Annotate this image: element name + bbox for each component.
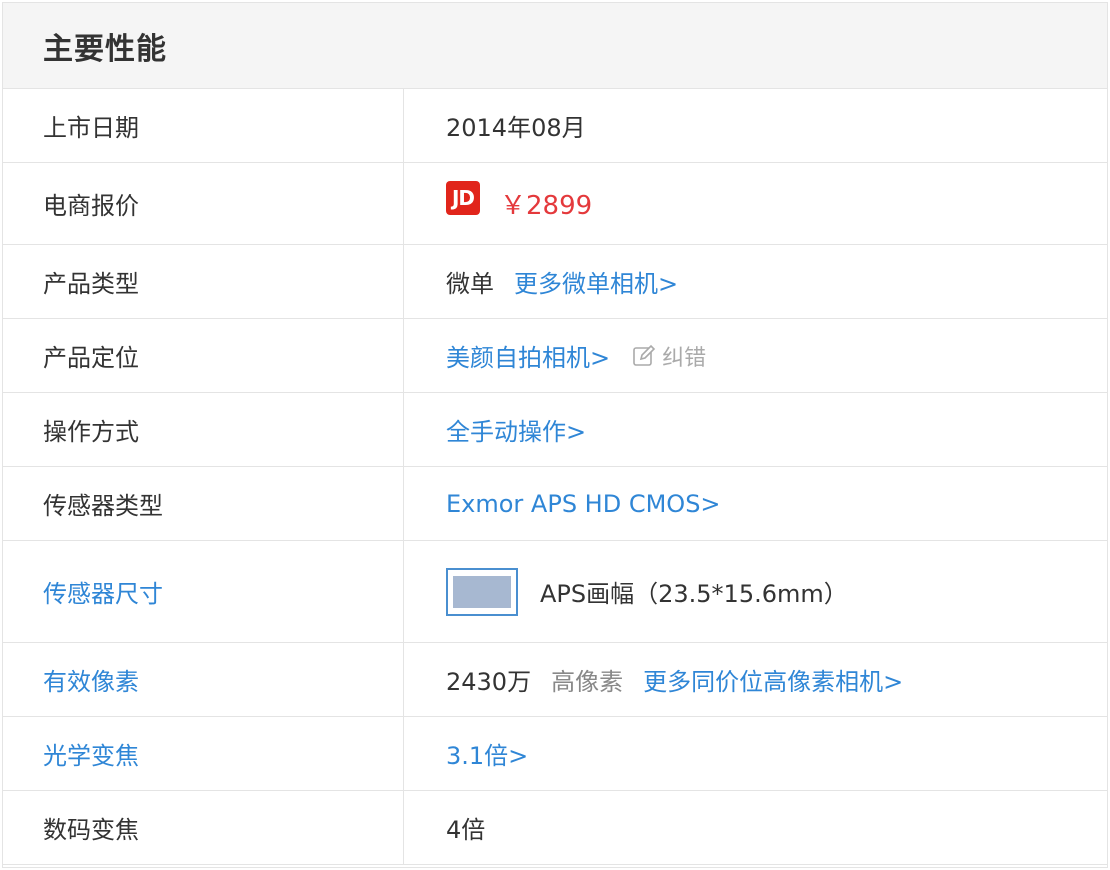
label-digital-zoom: 数码变焦	[3, 791, 404, 864]
value-sensor-type: Exmor APS HD CMOS>	[404, 467, 1107, 540]
spec-row-sensor-size: 传感器尺寸 APS画幅（23.5*15.6mm）	[3, 541, 1107, 643]
value-operation: 全手动操作>	[404, 393, 1107, 466]
optical-zoom-link[interactable]: 3.1倍>	[446, 736, 528, 771]
label-sensor-type: 传感器类型	[3, 467, 404, 540]
spec-row-positioning: 产品定位 美颜自拍相机> 纠错	[3, 319, 1107, 393]
spec-row-sensor-type: 传感器类型 Exmor APS HD CMOS>	[3, 467, 1107, 541]
selfie-camera-link[interactable]: 美颜自拍相机>	[446, 338, 610, 373]
spec-row-optical-zoom: 光学变焦 3.1倍>	[3, 717, 1107, 791]
high-pixel-tag: 高像素	[551, 668, 624, 696]
more-mirrorless-link[interactable]: 更多微单相机>	[514, 264, 678, 299]
label-effective-pixels-link[interactable]: 有效像素	[3, 643, 404, 716]
label-optical-zoom-link[interactable]: 光学变焦	[3, 717, 404, 790]
value-product-type: 微单 更多微单相机>	[404, 245, 1107, 318]
spec-row-operation: 操作方式 全手动操作>	[3, 393, 1107, 467]
section-header: 主要性能	[3, 3, 1107, 89]
price-link[interactable]: ￥2899	[500, 185, 592, 222]
value-positioning: 美颜自拍相机> 纠错	[404, 319, 1107, 392]
correct-error-label: 纠错	[662, 345, 707, 371]
value-optical-zoom: 3.1倍>	[404, 717, 1107, 790]
pencil-icon	[633, 344, 656, 366]
section-title: 主要性能	[43, 31, 167, 67]
label-release-date: 上市日期	[3, 89, 404, 162]
spec-row-release-date: 上市日期 2014年08月	[3, 89, 1107, 163]
digital-zoom-text: 4倍	[446, 816, 486, 844]
product-type-text: 微单	[446, 270, 494, 298]
more-high-pixel-link[interactable]: 更多同价位高像素相机>	[643, 662, 903, 697]
sensor-type-link[interactable]: Exmor APS HD CMOS>	[446, 490, 721, 518]
manual-operation-link[interactable]: 全手动操作>	[446, 412, 586, 447]
value-sensor-size: APS画幅（23.5*15.6mm）	[404, 541, 1107, 642]
sensor-size-icon	[446, 567, 518, 616]
label-positioning: 产品定位	[3, 319, 404, 392]
label-operation: 操作方式	[3, 393, 404, 466]
spec-row-effective-pixels: 有效像素 2430万 高像素 更多同价位高像素相机>	[3, 643, 1107, 717]
pixels-text: 2430万	[446, 668, 532, 696]
value-price: JD ￥2899	[404, 163, 1107, 244]
jd-logo-icon[interactable]: JD	[446, 180, 480, 215]
spec-table: 主要性能 上市日期 2014年08月 电商报价 JD ￥2899 产品类型 微单…	[2, 2, 1108, 868]
label-price: 电商报价	[3, 163, 404, 244]
spec-row-product-type: 产品类型 微单 更多微单相机>	[3, 245, 1107, 319]
release-date-text: 2014年08月	[446, 114, 586, 142]
label-sensor-size-link[interactable]: 传感器尺寸	[3, 541, 404, 642]
spec-row-digital-zoom: 数码变焦 4倍	[3, 791, 1107, 865]
value-effective-pixels: 2430万 高像素 更多同价位高像素相机>	[404, 643, 1107, 716]
spec-row-price: 电商报价 JD ￥2899	[3, 163, 1107, 245]
label-product-type: 产品类型	[3, 245, 404, 318]
correct-error-button[interactable]: 纠错	[632, 340, 706, 372]
sensor-size-text: APS画幅（23.5*15.6mm）	[540, 580, 848, 608]
value-release-date: 2014年08月	[404, 89, 1107, 162]
value-digital-zoom: 4倍	[404, 791, 1107, 864]
